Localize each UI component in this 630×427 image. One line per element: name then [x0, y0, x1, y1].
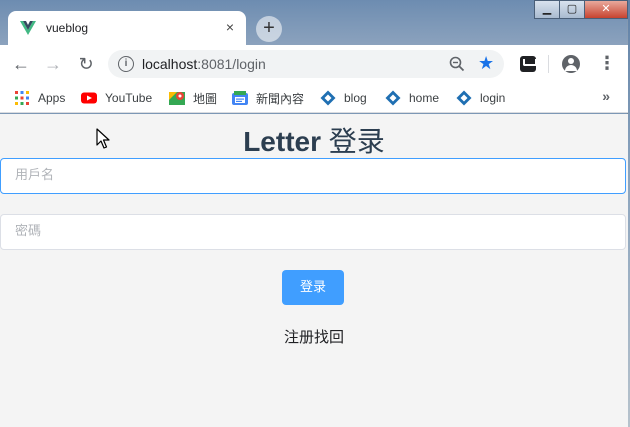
- bookmark-apps[interactable]: Apps: [14, 88, 65, 108]
- bookmark-label: blog: [344, 91, 367, 105]
- news-icon: [232, 91, 248, 105]
- toolbar-divider: [548, 55, 549, 73]
- browser-window: vueblog × + ▁ ▢ ✕ ← → ↻ i localhost:8081…: [0, 0, 628, 427]
- youtube-icon: [81, 92, 97, 104]
- mouse-cursor-icon: [96, 128, 110, 149]
- bookmark-login[interactable]: login: [456, 88, 505, 108]
- page-title-suffix: 登录: [321, 126, 385, 157]
- bookmark-label: 地圖: [193, 91, 218, 106]
- bookmark-label: 新聞內容: [256, 91, 305, 106]
- tab-title: vueblog: [46, 21, 89, 35]
- bookmark-maps[interactable]: 地圖: [169, 88, 217, 108]
- close-window-button[interactable]: ✕: [584, 0, 628, 19]
- page-title: Letter 登录: [0, 120, 628, 160]
- login-button[interactable]: 登录: [282, 270, 344, 305]
- maximize-button[interactable]: ▢: [559, 0, 585, 19]
- password-input[interactable]: 密碼: [0, 214, 626, 250]
- maps-icon: [169, 92, 185, 105]
- account-links: 注册找回: [0, 326, 628, 347]
- url-path: :8081/login: [197, 56, 266, 72]
- browser-toolbar: ← → ↻ i localhost:8081/login ★ ⋮: [0, 45, 628, 83]
- bookmark-youtube[interactable]: YouTube: [81, 88, 152, 108]
- address-bar[interactable]: i localhost:8081/login ★: [108, 50, 504, 78]
- recover-link[interactable]: 找回: [314, 328, 344, 346]
- profile-icon[interactable]: [562, 55, 580, 73]
- tab-close-icon[interactable]: ×: [222, 19, 238, 35]
- bookmark-label: login: [480, 91, 506, 105]
- url-text[interactable]: localhost:8081/login: [142, 56, 266, 72]
- bookmark-label: YouTube: [105, 91, 153, 105]
- diamond-icon: [385, 90, 401, 106]
- tab-strip: vueblog × + ▁ ▢ ✕: [0, 0, 628, 45]
- new-tab-button[interactable]: +: [256, 16, 282, 42]
- bookmark-label: Apps: [38, 91, 66, 105]
- register-link[interactable]: 注册: [284, 328, 314, 346]
- bookmark-label: home: [409, 91, 440, 105]
- diamond-icon: [456, 90, 472, 106]
- vue-logo-icon: [20, 21, 36, 35]
- bookmark-star-icon[interactable]: ★: [478, 53, 494, 73]
- apps-grid-icon: [15, 91, 29, 105]
- page-title-brand: Letter: [243, 126, 321, 157]
- diamond-icon: [320, 90, 336, 106]
- window-controls: ▁ ▢ ✕: [534, 0, 628, 20]
- back-button[interactable]: ←: [10, 53, 32, 75]
- reload-button[interactable]: ↻: [75, 53, 97, 75]
- minimize-button[interactable]: ▁: [534, 0, 560, 19]
- forward-button[interactable]: →: [42, 53, 64, 75]
- site-info-icon[interactable]: i: [118, 56, 134, 72]
- bookmark-news[interactable]: 新聞內容: [232, 88, 304, 108]
- bookmark-blog[interactable]: blog: [320, 88, 367, 108]
- username-input[interactable]: 用戶名: [0, 158, 626, 194]
- tab-vueblog[interactable]: vueblog ×: [8, 11, 246, 45]
- url-host: localhost: [142, 56, 198, 72]
- login-page: Letter 登录 用戶名 密碼 登录 注册找回: [0, 114, 628, 427]
- menu-icon[interactable]: ⋮: [598, 53, 616, 75]
- zoom-out-icon[interactable]: [448, 55, 466, 73]
- bookmark-home[interactable]: home: [385, 88, 439, 108]
- more-bookmarks-icon[interactable]: »: [602, 88, 610, 104]
- bookmarks-bar: Apps YouTube 地圖 新聞內容 blog home login »: [0, 83, 628, 113]
- extension-icon[interactable]: [520, 56, 537, 72]
